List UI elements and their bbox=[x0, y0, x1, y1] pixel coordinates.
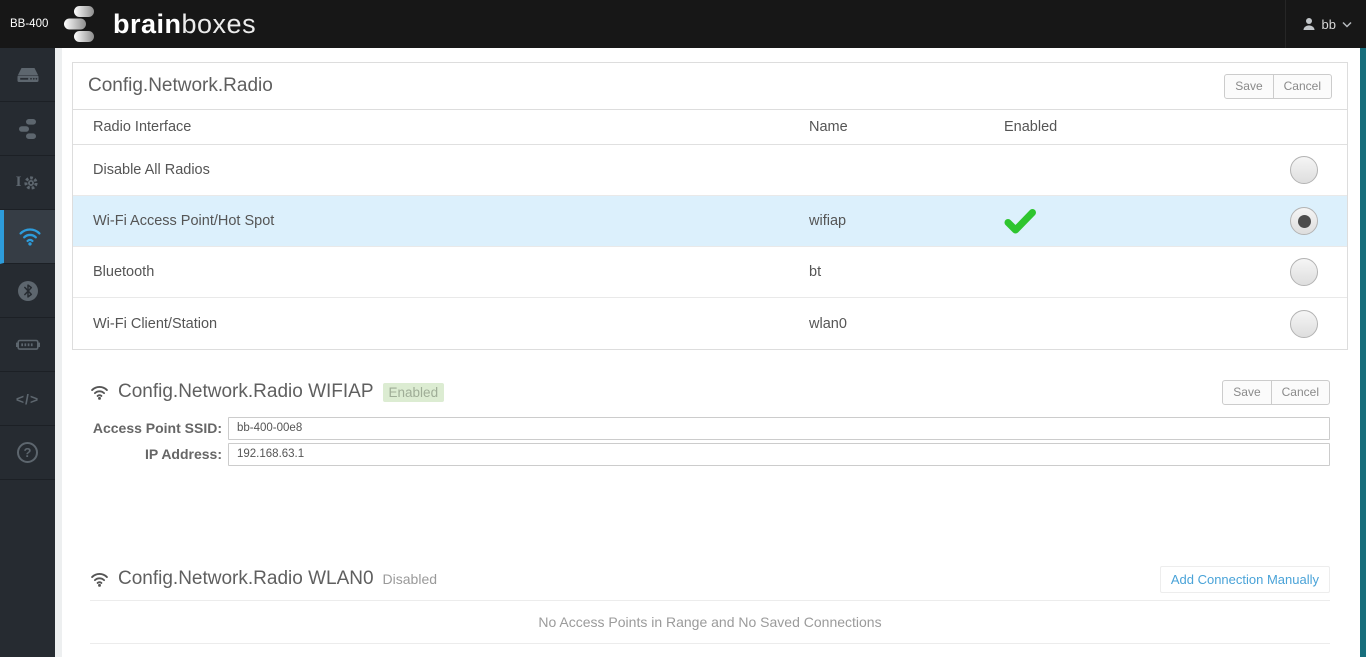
radio-panel: Config.Network.Radio Save Cancel Radio I… bbox=[72, 62, 1348, 350]
table-header-row: Radio Interface Name Enabled bbox=[73, 109, 1347, 146]
page-scrollbar[interactable] bbox=[1360, 48, 1366, 657]
sidebar-item-code[interactable]: </> bbox=[0, 372, 55, 426]
radio-button-disable-all[interactable] bbox=[1290, 156, 1318, 185]
wlan0-title: Config.Network.Radio WLAN0 bbox=[118, 568, 374, 590]
radio-button-bluetooth[interactable] bbox=[1290, 258, 1318, 287]
enabled-check-icon bbox=[1004, 208, 1036, 234]
code-icon: </> bbox=[15, 390, 40, 407]
table-row-bluetooth: Bluetooth bt bbox=[73, 246, 1347, 298]
row-enabled-cell bbox=[1004, 246, 1261, 298]
user-name: bb bbox=[1321, 16, 1336, 32]
ssid-input[interactable] bbox=[228, 416, 1330, 440]
ssid-row: Access Point SSID: bbox=[90, 416, 1330, 440]
top-bar: BB-400 brainboxes bb bbox=[0, 0, 1366, 48]
row-enabled-cell bbox=[1004, 145, 1261, 196]
radio-interface-table: Radio Interface Name Enabled Disable All… bbox=[73, 109, 1347, 349]
help-icon: ? bbox=[17, 442, 38, 463]
io-settings-icon: I bbox=[16, 174, 40, 191]
save-button[interactable]: Save bbox=[1222, 379, 1272, 405]
brand-light: boxes bbox=[181, 8, 257, 39]
table-row-wlan0: Wi-Fi Client/Station wlan0 bbox=[73, 297, 1347, 349]
row-interface-label: Bluetooth bbox=[73, 246, 809, 298]
table-row-wifiap: Wi-Fi Access Point/Hot Spot wifiap bbox=[73, 195, 1347, 247]
row-name-value bbox=[809, 145, 1004, 196]
row-interface-label: Wi-Fi Access Point/Hot Spot bbox=[73, 195, 809, 247]
column-header-enabled: Enabled bbox=[1004, 109, 1261, 146]
user-menu[interactable]: bb bbox=[1284, 0, 1366, 48]
sidebar-item-serial[interactable] bbox=[0, 318, 55, 372]
network-nodes-icon bbox=[19, 118, 36, 139]
wlan0-heading: Config.Network.Radio WLAN0 Disabled Add … bbox=[90, 565, 1330, 593]
wifiap-form: Access Point SSID: IP Address: bbox=[90, 416, 1330, 466]
column-header-radio-interface: Radio Interface bbox=[73, 109, 809, 146]
gear-icon bbox=[24, 175, 39, 190]
radio-panel-heading: Config.Network.Radio Save Cancel bbox=[73, 63, 1347, 110]
device-label: BB-400 bbox=[10, 18, 49, 30]
row-interface-label: Wi-Fi Client/Station bbox=[73, 297, 809, 349]
row-name-value: wlan0 bbox=[809, 297, 1004, 349]
row-enabled-cell bbox=[1004, 195, 1261, 247]
main-content: Config.Network.Radio Save Cancel Radio I… bbox=[55, 48, 1366, 657]
ip-address-input[interactable] bbox=[228, 442, 1330, 466]
serial-port-icon bbox=[15, 339, 40, 350]
chevron-down-icon bbox=[1342, 21, 1352, 28]
sidebar-item-wifi[interactable] bbox=[0, 210, 55, 264]
wifi-icon bbox=[18, 228, 41, 246]
wifi-icon bbox=[91, 572, 108, 587]
radio-button-wifiap[interactable] bbox=[1290, 207, 1318, 236]
wifi-icon bbox=[91, 385, 108, 400]
row-interface-label: Disable All Radios bbox=[93, 162, 210, 179]
cancel-button[interactable]: Cancel bbox=[1272, 74, 1332, 99]
wifiap-section: Config.Network.Radio WIFIAP Enabled Save… bbox=[90, 379, 1330, 466]
wifiap-heading: Config.Network.Radio WIFIAP Enabled Save… bbox=[90, 379, 1330, 405]
device-icon bbox=[17, 67, 38, 82]
page-title: Config.Network.Radio bbox=[88, 75, 273, 97]
radio-panel-actions: Save Cancel bbox=[1224, 74, 1332, 99]
empty-state-message: No Access Points in Range and No Saved C… bbox=[90, 599, 1330, 644]
ssid-label: Access Point SSID: bbox=[92, 420, 222, 437]
sidebar-item-io[interactable]: I bbox=[0, 156, 55, 210]
sidebar: I </> ? bbox=[0, 48, 55, 657]
wifiap-actions: Save Cancel bbox=[1222, 379, 1330, 405]
brand-text: brainboxes bbox=[113, 8, 257, 39]
status-text: Disabled bbox=[382, 571, 438, 588]
table-row-disable-all: Disable All Radios bbox=[73, 145, 1347, 196]
bluetooth-icon bbox=[17, 280, 38, 301]
row-enabled-cell bbox=[1004, 297, 1261, 349]
save-button[interactable]: Save bbox=[1224, 74, 1274, 99]
io-letter: I bbox=[15, 174, 22, 190]
sidebar-item-help[interactable]: ? bbox=[0, 426, 55, 480]
row-name-value: wifiap bbox=[809, 195, 1004, 247]
brainboxes-logo-icon bbox=[64, 6, 94, 42]
brand-logo: brainboxes bbox=[60, 6, 256, 42]
ip-address-row: IP Address: bbox=[90, 442, 1330, 466]
sidebar-item-network[interactable] bbox=[0, 102, 55, 156]
brand-bold: brain bbox=[113, 8, 182, 39]
add-connection-button[interactable]: Add Connection Manually bbox=[1159, 565, 1330, 593]
sidebar-item-device[interactable] bbox=[0, 48, 55, 102]
user-icon bbox=[1303, 18, 1315, 30]
ip-address-label: IP Address: bbox=[144, 446, 222, 463]
row-name-value: bt bbox=[809, 246, 1004, 298]
wlan0-section: Config.Network.Radio WLAN0 Disabled Add … bbox=[90, 565, 1330, 644]
wifiap-title: Config.Network.Radio WIFIAP bbox=[118, 381, 374, 403]
sidebar-item-bluetooth[interactable] bbox=[0, 264, 55, 318]
status-badge: Enabled bbox=[382, 382, 445, 402]
cancel-button[interactable]: Cancel bbox=[1270, 379, 1330, 405]
radio-button-wlan0[interactable] bbox=[1290, 309, 1318, 338]
column-header-name: Name bbox=[809, 109, 1004, 146]
column-header-select bbox=[1261, 109, 1347, 146]
